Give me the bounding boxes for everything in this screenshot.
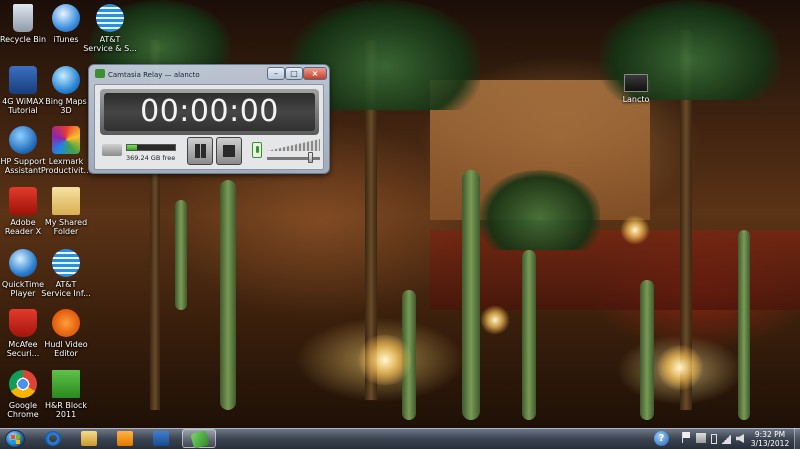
att-icon [96,4,124,32]
quicktime-icon [9,249,37,277]
recording-timer: 00:00:00 [104,93,315,131]
desktop-icon-label: Lancto [622,95,650,104]
start-button[interactable] [5,430,25,448]
mcafee-icon [9,309,37,337]
hp-support-icon [9,126,37,154]
taskbar-camtasia-relay[interactable] [182,429,216,449]
stop-button[interactable] [216,137,242,165]
att-icon [52,249,80,277]
disk-space-bar-fill [127,145,137,150]
wallpaper-cactus [462,170,480,420]
recycle-bin-icon [13,4,33,32]
video-file-icon [624,74,648,92]
hr-block-icon [52,370,80,398]
file-explorer-icon [81,431,97,446]
volume-slider-thumb[interactable] [307,152,313,163]
network-icon[interactable] [696,433,706,443]
taskbar-media-player[interactable] [108,429,142,448]
lexmark-icon [52,126,80,154]
desktop-icon-label: Lexmark Productivit... [40,157,92,175]
desktop-icon-hudl[interactable]: Hudl Video Editor [36,309,96,358]
taskbar-internet-explorer[interactable] [36,429,70,448]
itunes-icon [52,4,80,32]
help-icon[interactable]: ? [654,431,669,446]
wallpaper-light [655,345,705,390]
desktop-icon-label: My Shared Folder [44,218,88,236]
desktop-icon-my-shared-folder[interactable]: My Shared Folder [36,187,96,236]
battery-icon[interactable] [711,434,717,444]
adobe-reader-icon [9,187,37,215]
wallpaper-light [480,305,510,335]
desktop-icon-lexmark[interactable]: Lexmark Productivit... [36,126,96,175]
microphone-icon[interactable] [252,142,262,158]
timer-frame: 00:00:00 [100,89,319,135]
volume-level-meter [267,139,320,151]
wallpaper-light [620,215,650,245]
taskbar-checkmark-app[interactable] [144,429,178,448]
clock-time: 9:32 PM [754,430,786,439]
disk-free-text: 369.24 GB free [126,154,176,162]
desktop-icon-label: Bing Maps 3D [45,97,87,115]
disk-space-bar [126,144,176,151]
recorder-title-bar[interactable]: Camtasia Relay — alancto [95,68,265,82]
close-button[interactable]: × [303,67,327,80]
pause-button[interactable] [187,137,213,165]
desktop-icon-label: AT&T Service Inf... [41,280,91,298]
internet-explorer-icon [45,431,61,446]
camtasia-relay-icon [190,430,210,449]
bing-maps-icon [52,66,80,94]
maximize-button[interactable]: □ [285,67,303,80]
desktop-icon-att-service-info[interactable]: AT&T Service Inf... [36,249,96,298]
desktop-icon-hr-block[interactable]: H&R Block 2011 [36,370,96,419]
desktop-icon-lancto[interactable]: Lancto [606,74,666,104]
taskbar-clock[interactable]: 9:32 PM 3/13/2012 [748,430,792,448]
folder-icon [52,187,80,215]
signal-strength-icon[interactable] [722,434,731,444]
wallpaper-cactus [220,180,236,410]
recorder-body: 00:00:00 369.24 GB free [94,84,324,170]
wallpaper-palm [480,170,600,250]
recorder-title: Camtasia Relay — alancto [108,71,200,79]
taskbar-file-explorer[interactable] [72,429,106,448]
media-player-icon [117,431,133,446]
chrome-icon [9,370,37,398]
recorder-window[interactable]: Camtasia Relay — alancto – □ × 00:00:00 … [88,64,330,174]
desktop-icon-label: Hudl Video Editor [44,340,88,358]
wallpaper-cactus [175,200,187,310]
clock-date: 3/13/2012 [750,439,790,448]
camtasia-relay-icon [95,69,105,78]
show-desktop-button[interactable] [794,428,800,449]
desktop-icon-label: AT&T Service & S... [83,35,137,53]
checkmark-app-icon [153,431,169,446]
desktop-icon-att-service[interactable]: AT&T Service & S... [80,4,140,53]
wallpaper-cactus [522,250,536,420]
wallpaper-light [355,335,415,385]
wallpaper-cactus [640,280,654,420]
hudl-icon [52,309,80,337]
wallpaper-cactus [738,230,750,420]
desktop-icon-bing-maps[interactable]: Bing Maps 3D [36,66,96,115]
desktop-icon-label: H&R Block 2011 [45,401,87,419]
minimize-button[interactable]: – [267,67,285,80]
hard-drive-icon [102,144,122,156]
action-center-flag-icon[interactable] [682,432,690,443]
wimax-icon [9,66,37,94]
